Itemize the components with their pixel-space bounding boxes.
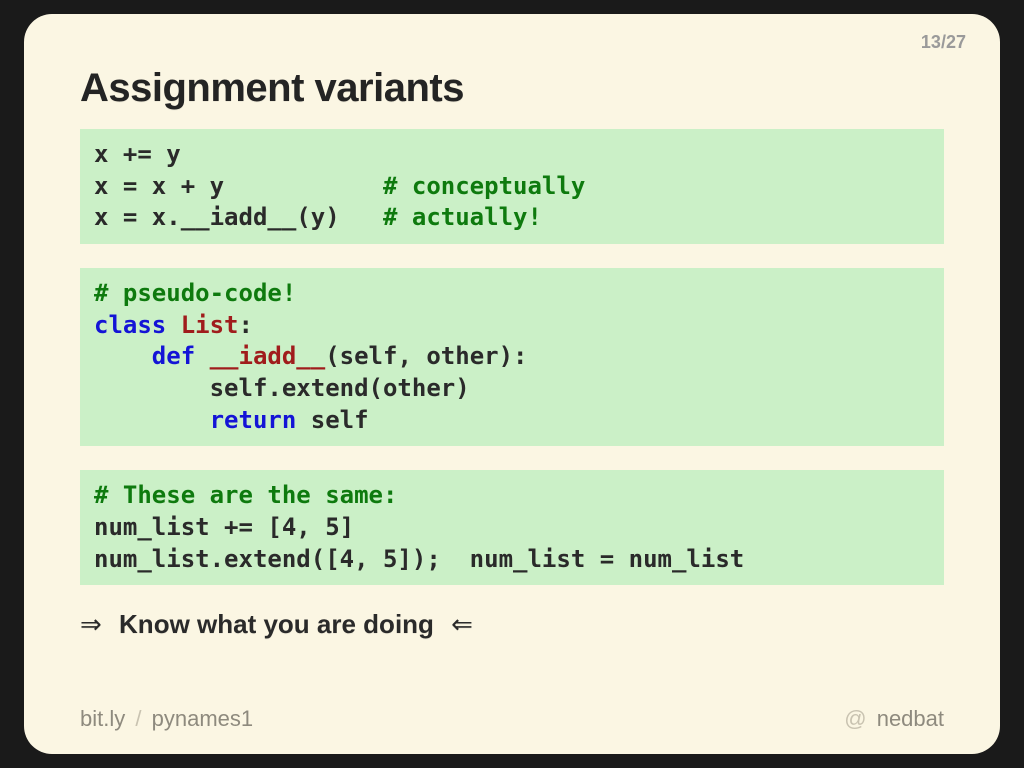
code-token: self bbox=[296, 406, 368, 434]
footer-handle[interactable]: @ nedbat bbox=[844, 706, 944, 732]
footer-link-path: pynames1 bbox=[152, 706, 254, 731]
arrow-right-icon: ⇒ bbox=[80, 609, 102, 639]
arrow-left-icon: ⇐ bbox=[451, 609, 473, 639]
code-block-pseudocode-class: # pseudo-code! class List: def __iadd__(… bbox=[80, 268, 944, 446]
code-token bbox=[195, 342, 209, 370]
code-token: class bbox=[94, 311, 166, 339]
code-token: List bbox=[181, 311, 239, 339]
code-token: num_list.extend([4, 5]); num_list = num_… bbox=[94, 545, 744, 573]
code-block-equivalence: # These are the same: num_list += [4, 5]… bbox=[80, 470, 944, 585]
code-token bbox=[94, 406, 210, 434]
slide-footer: bit.ly / pynames1 @ nedbat bbox=[80, 706, 944, 732]
slide: 13/27 Assignment variants x += y x = x +… bbox=[24, 14, 1000, 754]
code-token: x = x + y bbox=[94, 172, 383, 200]
code-token bbox=[166, 311, 180, 339]
callout-message: Know what you are doing bbox=[119, 609, 434, 639]
footer-link-domain: bit.ly bbox=[80, 706, 125, 731]
code-token bbox=[94, 342, 152, 370]
code-token: : bbox=[239, 311, 253, 339]
page-current: 13 bbox=[921, 32, 941, 52]
page-counter: 13/27 bbox=[921, 32, 966, 53]
code-block-iadd-explain: x += y x = x + y # conceptually x = x.__… bbox=[80, 129, 944, 244]
at-icon: @ bbox=[844, 706, 866, 731]
code-token: def bbox=[152, 342, 195, 370]
page-total: 27 bbox=[946, 32, 966, 52]
code-token: # actually! bbox=[383, 203, 542, 231]
code-token: return bbox=[210, 406, 297, 434]
footer-handle-name: nedbat bbox=[877, 706, 944, 731]
stage: 13/27 Assignment variants x += y x = x +… bbox=[0, 0, 1024, 768]
code-token: __iadd__ bbox=[210, 342, 326, 370]
code-token: # These are the same: bbox=[94, 481, 397, 509]
callout-line: ⇒ Know what you are doing ⇐ bbox=[80, 609, 944, 640]
code-token: x += y bbox=[94, 140, 181, 168]
code-token: x = x.__iadd__(y) bbox=[94, 203, 383, 231]
footer-link[interactable]: bit.ly / pynames1 bbox=[80, 706, 253, 732]
code-token: self.extend(other) bbox=[94, 374, 470, 402]
footer-link-sep: / bbox=[135, 706, 141, 731]
code-token: (self, other): bbox=[325, 342, 527, 370]
slide-title: Assignment variants bbox=[80, 66, 944, 111]
code-token: # pseudo-code! bbox=[94, 279, 296, 307]
code-token: # conceptually bbox=[383, 172, 585, 200]
code-token: num_list += [4, 5] bbox=[94, 513, 354, 541]
